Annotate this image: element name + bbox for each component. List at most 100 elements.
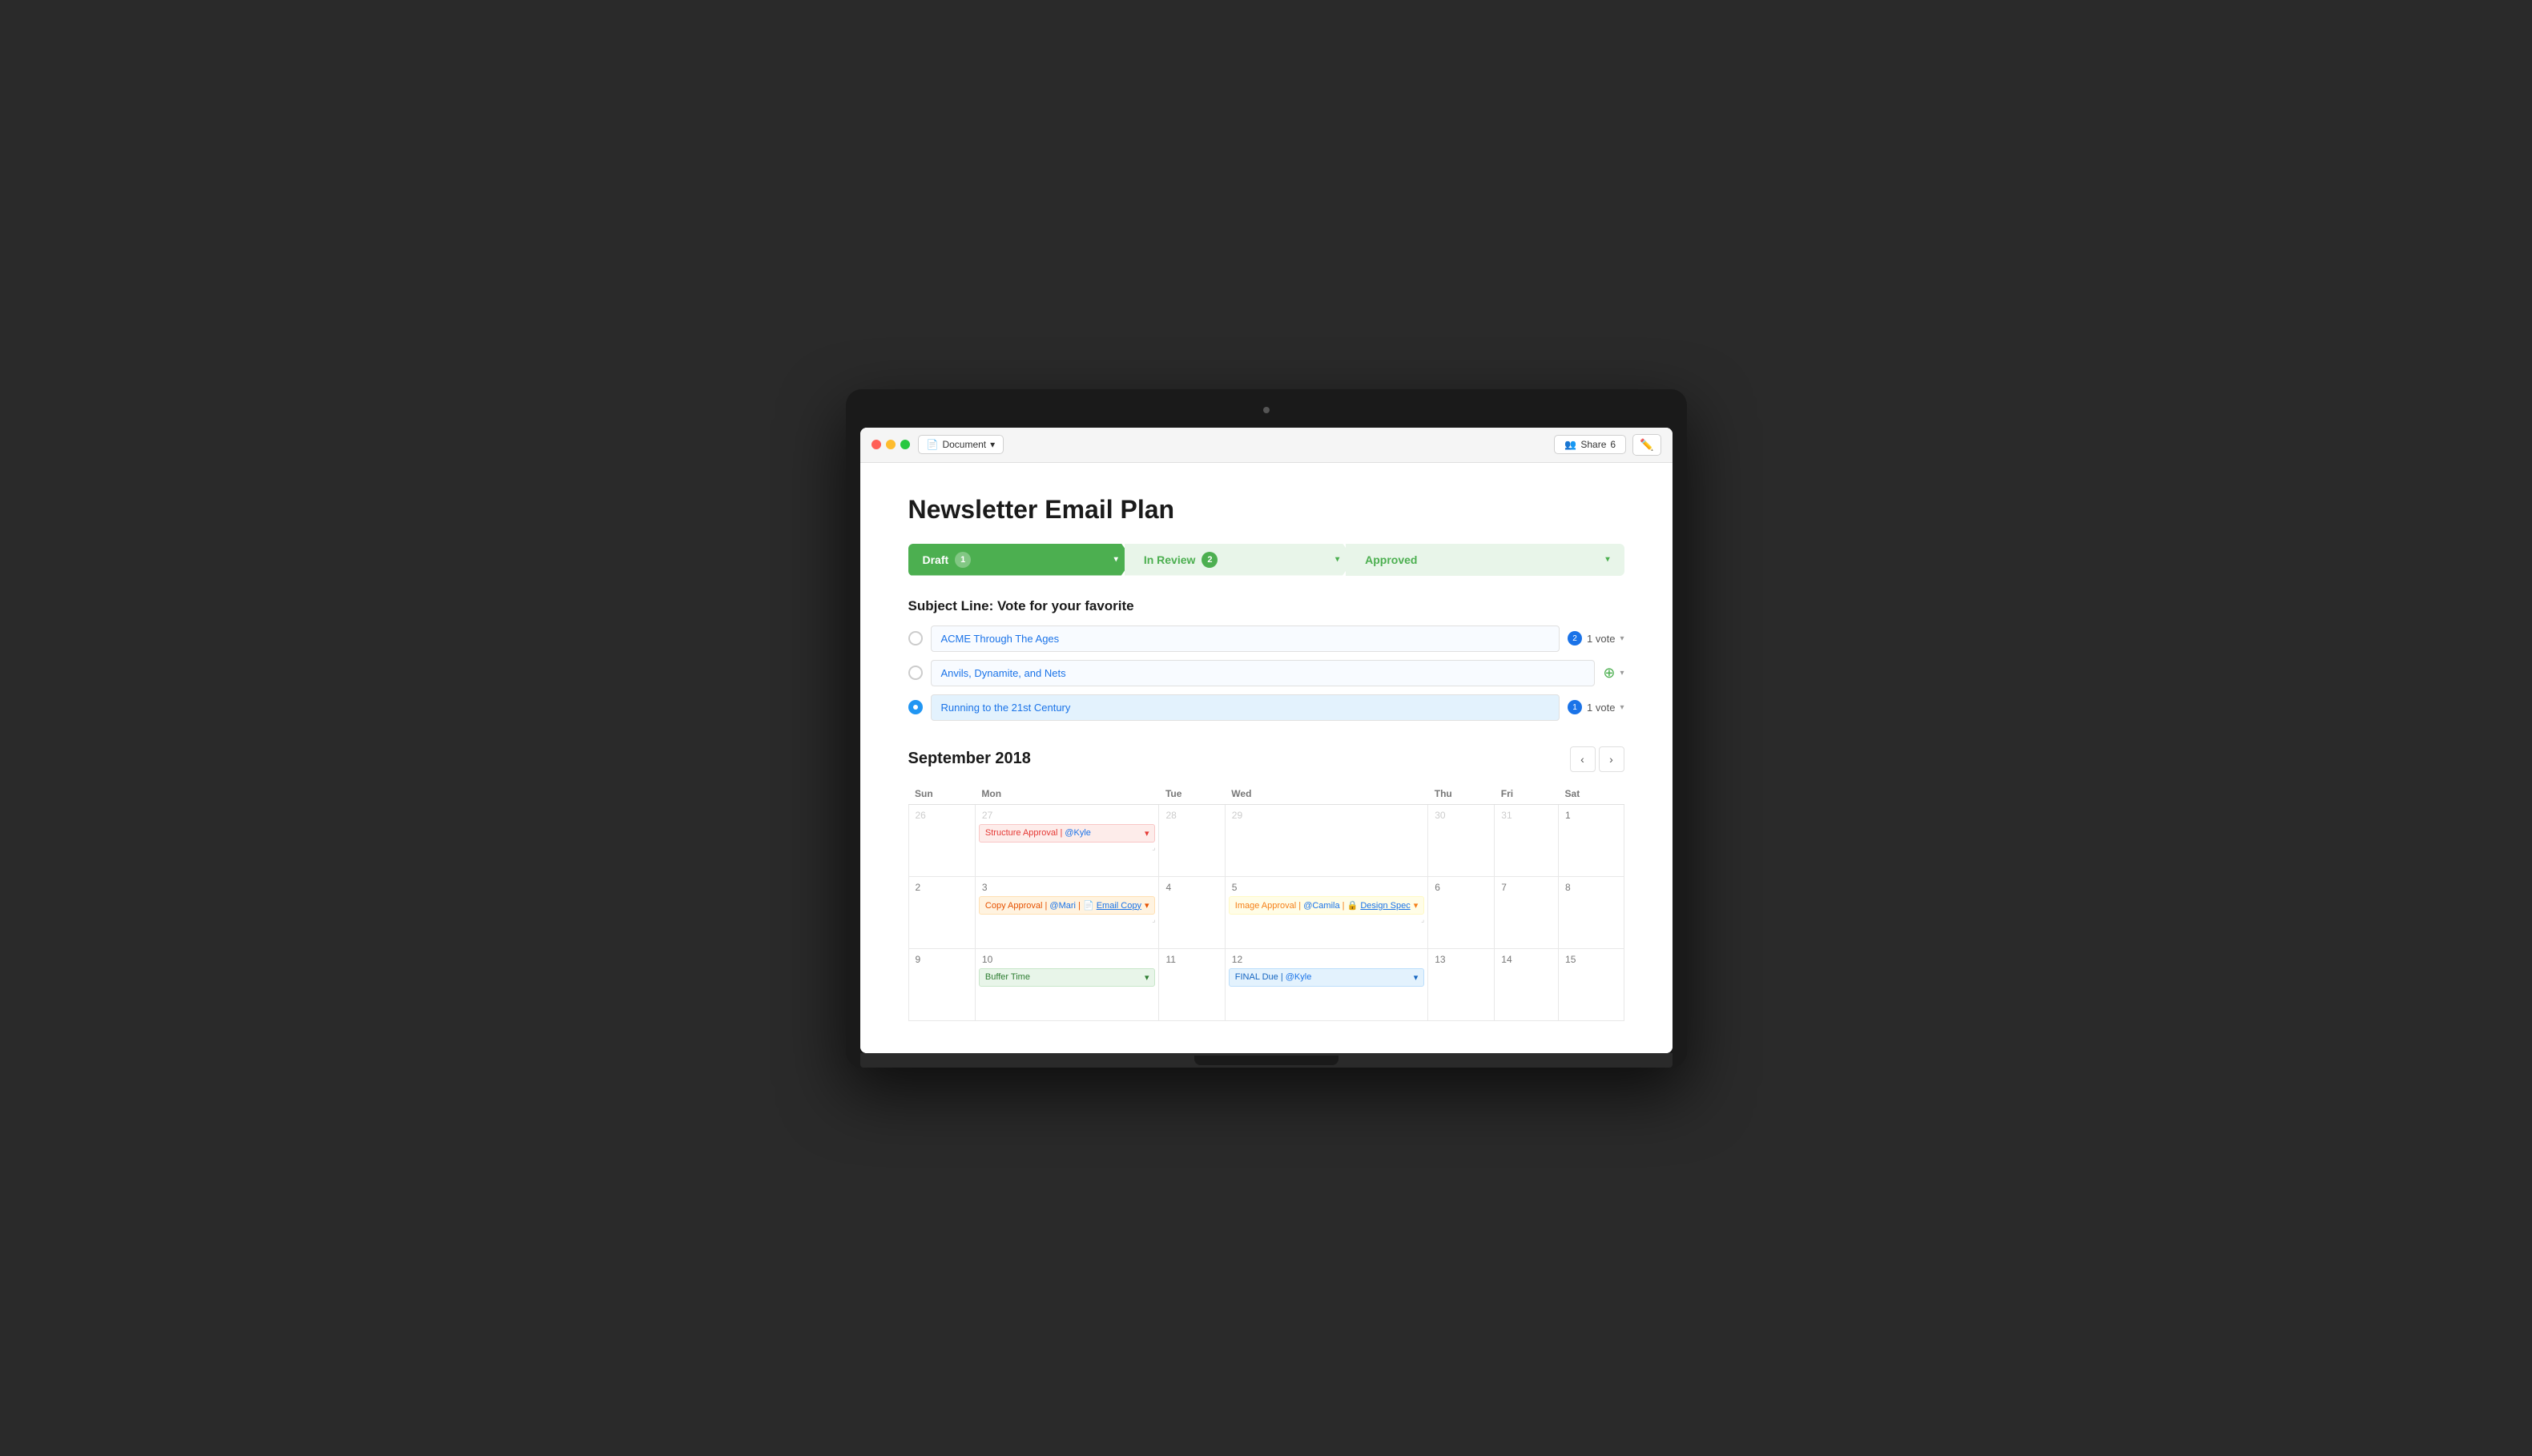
vote-count-3: 1 1 vote ▾ (1568, 700, 1624, 714)
day-number-5: 5 (1229, 880, 1424, 895)
stage-draft[interactable]: Draft 1 ▾ (908, 544, 1133, 576)
document-label: Document (942, 439, 986, 450)
day-10: 10 Buffer Time ▾ (975, 948, 1159, 1020)
col-sat: Sat (1559, 783, 1624, 805)
day-30: 30 (1428, 804, 1495, 876)
day-4: 4 (1159, 876, 1225, 948)
day-14: 14 (1495, 948, 1559, 1020)
calendar-prev-button[interactable]: ‹ (1570, 746, 1596, 772)
titlebar: 📄 Document ▾ 👥 Share 6 ✏️ (860, 428, 1673, 463)
day-number-10: 10 (979, 952, 1156, 967)
day-12: 12 FINAL Due | @Kyle ▾ (1225, 948, 1427, 1020)
radio-inner-3 (913, 705, 918, 710)
event-image-chevron-icon: ▾ (1414, 900, 1419, 911)
section-title: Subject Line: Vote for your favorite (908, 598, 1624, 614)
radio-option-2[interactable] (908, 666, 923, 680)
event-image-approval-text: Image Approval | @Camila | 🔒 Design Spec (1235, 900, 1411, 911)
day-number-9: 9 (912, 952, 972, 967)
day-number-14: 14 (1498, 952, 1555, 967)
day-number-31: 31 (1498, 808, 1555, 823)
stage-draft-chevron-icon: ▾ (1114, 555, 1118, 564)
document-chevron-icon: ▾ (990, 439, 995, 450)
vote-chevron-3-icon[interactable]: ▾ (1620, 703, 1624, 712)
event-final-due[interactable]: FINAL Due | @Kyle ▾ (1229, 968, 1424, 987)
day-number-27: 27 (979, 808, 1156, 823)
vote-text-3[interactable]: Running to the 21st Century (931, 694, 1560, 721)
day-26: 26 (908, 804, 975, 876)
col-sun: Sun (908, 783, 975, 805)
calendar-section: September 2018 ‹ › Sun Mon Tue Wed Thu (908, 746, 1624, 1021)
event-buffer-time[interactable]: Buffer Time ▾ (979, 968, 1156, 987)
radio-option-1[interactable] (908, 631, 923, 646)
vote-text-label-1: ACME Through The Ages (941, 633, 1060, 645)
vote-badge-1: 2 (1568, 631, 1582, 646)
day-number-6: 6 (1431, 880, 1491, 895)
maximize-btn[interactable] (900, 440, 910, 449)
event-structure-approval-text: Structure Approval | @Kyle (985, 828, 1141, 838)
vote-chevron-2-icon[interactable]: ▾ (1620, 669, 1624, 678)
stages-bar: Draft 1 ▾ In Review 2 ▾ Approved ▾ (908, 544, 1624, 576)
edit-button[interactable]: ✏️ (1632, 434, 1660, 456)
calendar-week-3: 9 10 Buffer Time ▾ 11 (908, 948, 1624, 1020)
day-3: 3 Copy Approval | @Mari | 📄 Email Copy ▾… (975, 876, 1159, 948)
page-title: Newsletter Email Plan (908, 495, 1624, 525)
event-final-chevron-icon: ▾ (1414, 972, 1419, 983)
stage-draft-label: Draft (923, 553, 949, 566)
day-number-15: 15 (1562, 952, 1620, 967)
col-wed: Wed (1225, 783, 1427, 805)
minimize-btn[interactable] (886, 440, 896, 449)
event-buffer-chevron-icon: ▾ (1145, 972, 1149, 983)
stage-review-chevron-icon: ▾ (1335, 555, 1339, 564)
col-tue: Tue (1159, 783, 1225, 805)
event-image-approval[interactable]: Image Approval | @Camila | 🔒 Design Spec… (1229, 896, 1424, 915)
day-9: 9 (908, 948, 975, 1020)
vote-count-2: ⊕ ▾ (1603, 665, 1624, 682)
day-15: 15 (1559, 948, 1624, 1020)
day-number-13: 13 (1431, 952, 1491, 967)
event-structure-approval[interactable]: Structure Approval | @Kyle ▾ (979, 824, 1156, 843)
share-button[interactable]: 👥 Share 6 (1554, 435, 1626, 454)
stage-approved[interactable]: Approved ▾ (1346, 544, 1624, 576)
day-5: 5 Image Approval | @Camila | 🔒 Design Sp… (1225, 876, 1427, 948)
day-13: 13 (1428, 948, 1495, 1020)
vote-option-1: ACME Through The Ages 2 1 vote ▾ (908, 625, 1624, 652)
vote-chevron-1-icon[interactable]: ▾ (1620, 634, 1624, 643)
stage-draft-badge: 1 (955, 552, 971, 568)
col-mon: Mon (975, 783, 1159, 805)
day-8: 8 (1559, 876, 1624, 948)
day-number-26: 26 (912, 808, 972, 823)
vote-text-2[interactable]: Anvils, Dynamite, and Nets (931, 660, 1596, 686)
day-27: 27 Structure Approval | @Kyle ▾ ⌟ (975, 804, 1159, 876)
day-number-11: 11 (1162, 952, 1221, 967)
resize-handle-3: ⌟ (1229, 915, 1424, 924)
camera-dot (1263, 407, 1270, 413)
day-number-2: 2 (912, 880, 972, 895)
day-11: 11 (1159, 948, 1225, 1020)
traffic-lights (872, 440, 910, 449)
col-thu: Thu (1428, 783, 1495, 805)
day-1: 1 (1559, 804, 1624, 876)
stage-review[interactable]: In Review 2 ▾ (1125, 544, 1354, 576)
resize-handle: ⌟ (979, 843, 1156, 852)
event-buffer-time-text: Buffer Time (985, 972, 1141, 982)
vote-option-2: Anvils, Dynamite, and Nets ⊕ ▾ (908, 660, 1624, 686)
day-number-12: 12 (1229, 952, 1424, 967)
vote-text-label-3: Running to the 21st Century (941, 702, 1071, 714)
calendar-next-button[interactable]: › (1599, 746, 1624, 772)
day-number-28: 28 (1162, 808, 1221, 823)
day-7: 7 (1495, 876, 1559, 948)
col-fri: Fri (1495, 783, 1559, 805)
calendar-nav: ‹ › (1570, 746, 1624, 772)
radio-option-3[interactable] (908, 700, 923, 714)
day-31: 31 (1495, 804, 1559, 876)
day-6: 6 (1428, 876, 1495, 948)
event-copy-approval[interactable]: Copy Approval | @Mari | 📄 Email Copy ▾ (979, 896, 1156, 915)
subject-section: Subject Line: Vote for your favorite ACM… (908, 598, 1624, 721)
vote-count-label-3: 1 vote (1587, 702, 1615, 714)
close-btn[interactable] (872, 440, 881, 449)
document-button[interactable]: 📄 Document ▾ (918, 435, 1004, 454)
share-label: Share (1580, 439, 1606, 450)
vote-text-1[interactable]: ACME Through The Ages (931, 625, 1560, 652)
vote-add-icon[interactable]: ⊕ (1603, 665, 1615, 682)
share-count: 6 (1610, 439, 1616, 450)
